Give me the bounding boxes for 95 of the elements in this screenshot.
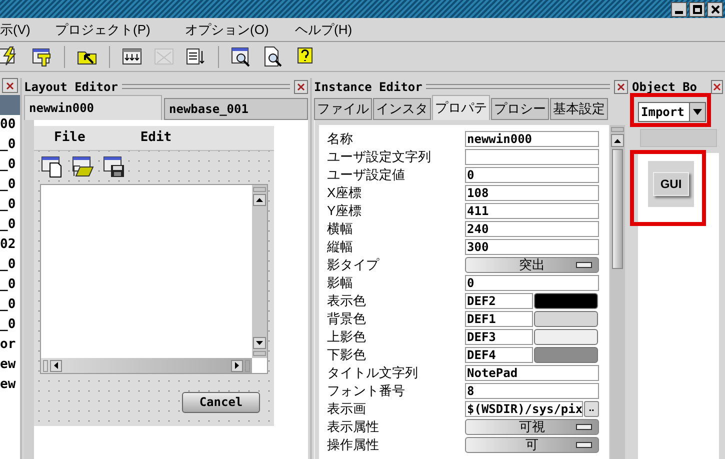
- text-field[interactable]: newwin000: [465, 131, 599, 147]
- text-field[interactable]: $(WSDIR)/sys/pix: [465, 401, 583, 417]
- list-item[interactable]: ew: [0, 375, 20, 395]
- new-document-icon[interactable]: [41, 156, 63, 178]
- close-button[interactable]: [707, 2, 723, 16]
- list-item[interactable]: _0: [0, 295, 20, 315]
- list-item[interactable]: 00: [0, 115, 20, 135]
- text-field[interactable]: [465, 149, 599, 165]
- text-field[interactable]: DEF3: [465, 329, 533, 345]
- menu-item[interactable]: File: [54, 128, 86, 148]
- list-item[interactable]: or: [0, 335, 20, 355]
- property-label: 操作属性: [327, 436, 380, 454]
- text-field[interactable]: 0: [465, 167, 599, 183]
- close-icon: [617, 82, 625, 90]
- horizontal-scrollbar[interactable]: [41, 358, 252, 373]
- text-field[interactable]: DEF2: [465, 293, 533, 309]
- text-field[interactable]: 8: [465, 383, 599, 399]
- vertical-scrollbar[interactable]: [252, 185, 267, 358]
- menu-item[interactable]: プロジェクト(P): [55, 20, 185, 40]
- property-label: 影幅: [327, 274, 354, 292]
- property-label: X座標: [327, 184, 363, 202]
- list-item[interactable]: _0: [0, 275, 20, 295]
- menu-item[interactable]: Edit: [140, 128, 172, 148]
- panel-title: Instance Editor: [314, 78, 422, 96]
- list-item[interactable]: _0: [0, 135, 20, 155]
- close-icon: [710, 4, 720, 14]
- dropdown[interactable]: 可: [465, 437, 599, 453]
- list-item[interactable]: _0: [0, 195, 20, 215]
- text-field[interactable]: 411: [465, 203, 599, 219]
- browse-button[interactable]: ..: [584, 401, 599, 417]
- property-label: タイトル文字列: [327, 364, 419, 382]
- property-label: 名称: [327, 130, 354, 148]
- vertical-scrollbar[interactable]: [610, 125, 625, 459]
- close-icon: [6, 82, 14, 90]
- tab[interactable]: 基本設定: [550, 98, 608, 120]
- property-label: 縦幅: [327, 238, 354, 256]
- text-field[interactable]: 108: [465, 185, 599, 201]
- property-label: 影タイプ: [327, 256, 380, 274]
- property-label: 下影色: [327, 346, 367, 364]
- tab[interactable]: ファイル: [314, 98, 372, 120]
- color-swatch[interactable]: [534, 311, 598, 327]
- color-swatch[interactable]: [534, 293, 598, 309]
- open-folder-icon[interactable]: [72, 156, 94, 178]
- list-arrow-icon[interactable]: [186, 46, 206, 67]
- menu-item[interactable]: 示(V): [0, 20, 55, 40]
- window-arrows-icon[interactable]: [122, 46, 142, 67]
- dropdown[interactable]: 突出: [465, 257, 599, 273]
- maximize-button[interactable]: [689, 2, 705, 16]
- empty-field[interactable]: [640, 129, 717, 147]
- tab[interactable]: インスタ: [373, 98, 431, 120]
- scroll-thumb[interactable]: [612, 149, 623, 269]
- close-icon: [713, 82, 721, 90]
- cancel-button[interactable]: Cancel: [182, 392, 260, 412]
- text-field[interactable]: 0: [465, 275, 599, 291]
- property-label: ユーザ設定文字列: [327, 148, 432, 166]
- list-item[interactable]: _0: [0, 215, 20, 235]
- close-icon: [297, 82, 305, 90]
- dropdown[interactable]: 可視: [465, 419, 599, 435]
- property-label: 背景色: [327, 310, 367, 328]
- color-swatch[interactable]: [534, 329, 598, 345]
- list-item[interactable]: ew: [0, 355, 20, 375]
- property-label: 表示色: [327, 292, 367, 310]
- text-field[interactable]: NotePad: [465, 365, 599, 381]
- menu-item[interactable]: ヘルプ(H): [295, 20, 395, 40]
- list-item[interactable]: _0: [0, 255, 20, 275]
- text-field[interactable]: 300: [465, 239, 599, 255]
- list-item[interactable]: _0: [0, 155, 20, 175]
- menu-item[interactable]: オプション(O): [185, 20, 295, 40]
- property-label: 表示属性: [327, 418, 380, 436]
- window-magnifier-icon[interactable]: [231, 46, 251, 67]
- color-swatch[interactable]: [534, 347, 598, 363]
- property-label: Y座標: [327, 202, 363, 220]
- panel-title: Object Bo: [632, 78, 698, 96]
- tab[interactable]: プロシー: [491, 98, 549, 120]
- save-disk-icon[interactable]: [103, 156, 125, 178]
- hammer-window-icon[interactable]: [32, 46, 52, 67]
- category-dropdown[interactable]: Import: [638, 102, 706, 122]
- list-item[interactable]: 02: [0, 235, 20, 255]
- property-label: フォント番号: [327, 382, 406, 400]
- list-item[interactable]: _0: [0, 315, 20, 335]
- property-label: 上影色: [327, 328, 367, 346]
- tab[interactable]: newbase_001: [164, 98, 308, 120]
- minimize-button[interactable]: [671, 2, 687, 16]
- tab[interactable]: newwin000: [24, 95, 162, 120]
- list-item[interactable]: _0: [0, 175, 20, 195]
- text-field[interactable]: DEF4: [465, 347, 533, 363]
- panel-title: Layout Editor: [24, 78, 118, 96]
- tab[interactable]: プロパテ: [432, 95, 490, 120]
- text-field[interactable]: DEF1: [465, 311, 533, 327]
- text-field[interactable]: 240: [465, 221, 599, 237]
- gui-button[interactable]: GUI: [653, 172, 689, 196]
- property-label: 表示画: [327, 400, 367, 418]
- property-label: 横幅: [327, 220, 354, 238]
- property-label: ユーザ設定値: [327, 166, 406, 184]
- document-magnifier-icon[interactable]: [263, 46, 283, 67]
